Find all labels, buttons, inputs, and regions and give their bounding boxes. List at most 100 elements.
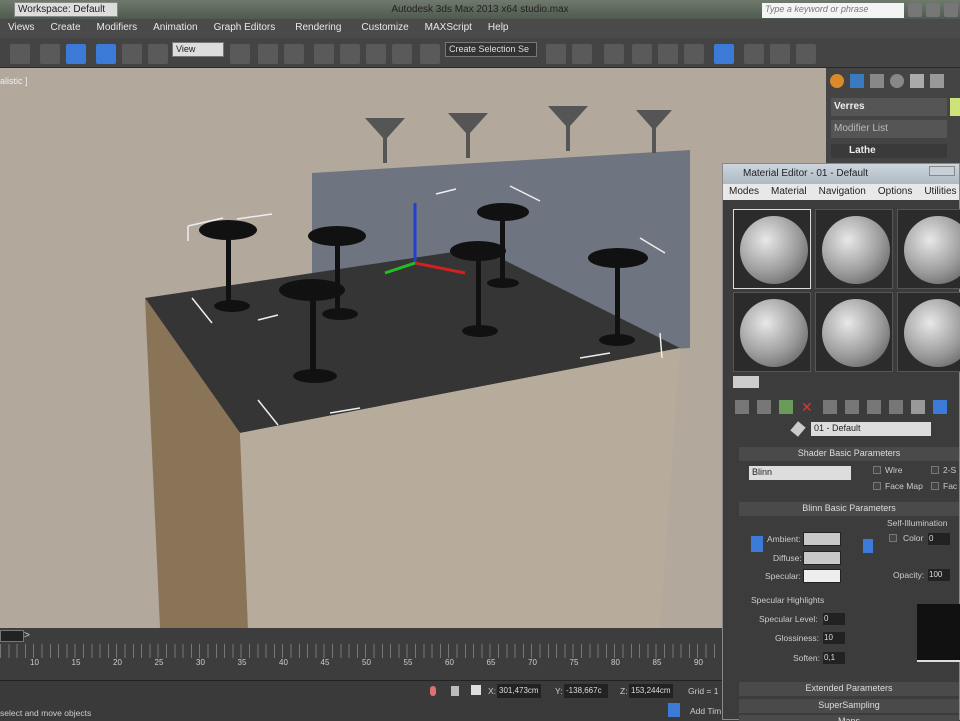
specular-level-value[interactable]: 0 [823,613,845,625]
shader-dropdown[interactable]: Blinn [749,466,851,480]
specular-color-swatch[interactable] [803,569,841,583]
menu-navigation[interactable]: Navigation [813,184,872,200]
diffuse-color-swatch[interactable] [803,551,841,565]
material-name-field[interactable]: 01 - Default [811,422,931,436]
soften-value[interactable]: 0,1 [823,652,845,664]
ambient-color-swatch[interactable] [803,532,841,546]
align-icon[interactable] [572,44,592,64]
add-time-tag[interactable]: Add Tim [690,706,721,716]
lock-icon[interactable] [451,686,459,696]
glossiness-value[interactable]: 10 [823,632,845,644]
eyedropper-icon[interactable] [790,421,806,437]
isolate-icon[interactable] [430,686,436,696]
utilities-tab-icon[interactable] [930,74,944,88]
move-icon[interactable] [96,44,116,64]
window-crossing-icon[interactable] [66,44,86,64]
menu-modes[interactable]: Modes [723,184,765,200]
material-editor-icon[interactable] [714,44,734,64]
next-frame-arrow-icon[interactable]: > [24,630,30,641]
rotate-icon[interactable] [122,44,142,64]
extended-parameters-rollout[interactable]: Extended Parameters [739,682,959,696]
maps-rollout[interactable]: Maps [739,715,959,721]
modifier-list-dropdown[interactable]: Modifier List [831,120,947,138]
sample-slot-1[interactable] [733,209,811,289]
sample-slot-4[interactable] [733,292,811,372]
selection-set-dropdown[interactable]: Create Selection Se [445,42,537,57]
snap-toggle-icon[interactable] [314,44,334,64]
get-material-icon[interactable] [735,400,749,414]
edit-named-selection-icon[interactable] [420,44,440,64]
graphite-icon[interactable] [632,44,652,64]
menu-animation[interactable]: Animation [145,19,205,38]
supersampling-rollout[interactable]: SuperSampling [739,699,959,713]
star-icon[interactable] [944,3,958,17]
two-sided-checkbox[interactable] [931,466,939,474]
material-id-icon[interactable] [889,400,903,414]
opacity-value[interactable]: 100 [928,569,950,581]
make-unique-icon[interactable] [845,400,859,414]
y-coordinate-field[interactable]: -138,667c [564,684,608,698]
show-map-icon[interactable] [911,400,925,414]
perspective-viewport[interactable]: alistic ] [0,68,826,628]
object-color-swatch[interactable] [950,98,960,116]
sample-slot-3[interactable] [897,209,960,289]
self-illum-value[interactable]: 0 [928,533,950,545]
reference-coord-dropdown[interactable]: View [172,42,224,57]
show-end-result-icon[interactable] [933,400,947,414]
binoculars-icon[interactable] [908,3,922,17]
menu-customize[interactable]: Customize [349,19,416,38]
render-icon[interactable] [796,44,816,64]
modify-tab-icon[interactable] [850,74,864,88]
manipulate-icon[interactable] [258,44,278,64]
reset-icon[interactable]: ✕ [801,400,815,414]
shader-rollout-header[interactable]: Shader Basic Parameters [739,447,959,461]
wire-checkbox[interactable] [873,466,881,474]
object-name-field[interactable]: Verres [831,98,947,116]
faceted-checkbox[interactable] [931,482,939,490]
self-illum-color-checkbox[interactable] [889,534,897,542]
lock-ambient-diffuse-icon[interactable] [751,536,763,552]
workspace-dropdown[interactable]: Workspace: Default [14,2,118,17]
menu-maxscript[interactable]: MAXScript [417,19,480,38]
menu-rendering[interactable]: Rendering [283,19,349,38]
menu-utilities[interactable]: Utilities [918,184,960,200]
percent-snap-icon[interactable] [366,44,386,64]
layer-manager-icon[interactable] [604,44,624,64]
menu-material[interactable]: Material [765,184,813,200]
select-by-name-icon[interactable] [10,44,30,64]
x-coordinate-field[interactable]: 301,473cm [497,684,541,698]
search-input[interactable]: Type a keyword or phrase [762,3,904,18]
sample-slot-2[interactable] [815,209,893,289]
curve-editor-icon[interactable] [658,44,678,64]
menu-graph-editors[interactable]: Graph Editors [206,19,284,38]
menu-create[interactable]: Create [43,19,89,38]
timeline-ruler[interactable] [0,644,730,658]
menu-modifiers[interactable]: Modifiers [89,19,146,38]
face-map-checkbox[interactable] [873,482,881,490]
pivot-icon[interactable] [230,44,250,64]
menu-help[interactable]: Help [480,19,517,38]
display-tab-icon[interactable] [910,74,924,88]
modifier-stack-item[interactable]: Lathe [831,144,947,158]
scale-icon[interactable] [148,44,168,64]
mirror-icon[interactable] [546,44,566,64]
rect-selection-icon[interactable] [40,44,60,64]
put-to-scene-icon[interactable] [757,400,771,414]
minimize-button[interactable] [929,166,955,176]
angle-snap-icon[interactable] [340,44,360,64]
key-icon[interactable] [926,3,940,17]
blinn-rollout-header[interactable]: Blinn Basic Parameters [739,502,959,516]
z-coordinate-field[interactable]: 153,244cm [629,684,673,698]
keyboard-shortcut-icon[interactable] [284,44,304,64]
diffuse-map-lock-icon[interactable] [863,539,873,553]
copy-material-icon[interactable] [823,400,837,414]
absolute-mode-icon[interactable] [471,685,481,695]
spinner-snap-icon[interactable] [392,44,412,64]
put-to-library-icon[interactable] [867,400,881,414]
slot-scrollbar[interactable] [733,376,759,388]
create-tab-icon[interactable] [830,74,844,88]
menu-views[interactable]: Views [0,19,43,38]
motion-tab-icon[interactable] [890,74,904,88]
viewport-label[interactable]: alistic ] [0,76,28,86]
timeline[interactable]: > 10 15 20 25 30 35 40 45 50 55 60 65 70 75 80 85 90 [0,628,730,680]
